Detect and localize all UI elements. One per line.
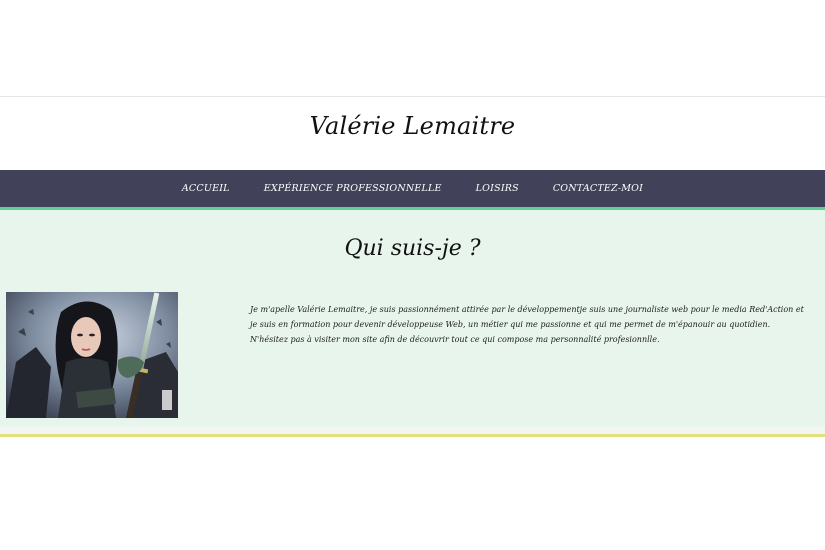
nav-link-accueil[interactable]: Accueil [182, 183, 230, 194]
section-bottom-band [0, 427, 825, 434]
about-heading: Qui suis-je ? [344, 236, 481, 261]
site-title: Valérie Lemaitre [309, 112, 516, 140]
portrait-image [6, 292, 178, 418]
about-section: Qui suis-je ? Je m'apelle Valérie Lemait… [0, 210, 825, 427]
nav-link-loisirs[interactable]: Loisirs [476, 183, 519, 194]
nav-link-experience[interactable]: Expérience professionnelle [264, 183, 442, 194]
about-description: Je m'apelle Valérie Lemaitre, je suis pa… [250, 305, 804, 344]
nav-link-contact[interactable]: Contactez-moi [553, 183, 643, 194]
main-navigation: Accueil Expérience professionnelle Loisi… [0, 170, 825, 210]
header-divider [0, 96, 825, 97]
footer-divider [0, 434, 825, 437]
